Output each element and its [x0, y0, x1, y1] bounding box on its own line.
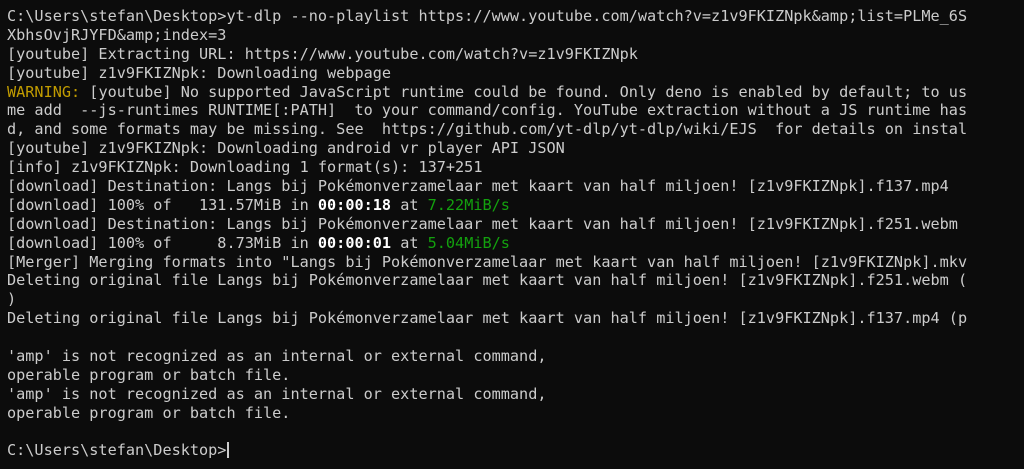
download-destination-line: [download] Destination: Langs bij Pokémo…: [7, 214, 958, 233]
progress-mid: at: [391, 233, 428, 252]
progress-prefix: [download] 100% of 8.73MiB in: [7, 233, 318, 252]
warning-text: [youtube] No supported JavaScript runtim…: [80, 82, 968, 101]
progress-speed: 5.04MiB/s: [427, 233, 510, 252]
delete-line: Deleting original file Langs bij Pokémon…: [7, 271, 968, 290]
error-line: operable program or batch file.: [7, 403, 291, 422]
warning-line: WARNING: [youtube] No supported JavaScri…: [7, 83, 1024, 102]
prompt-text: C:\Users\stefan\Desktop>: [7, 441, 227, 460]
download-progress-line: [download] 100% of 131.57MiB in 00:00:18…: [7, 196, 1024, 215]
delete-line: Deleting original file Langs bij Pokémon…: [7, 309, 968, 328]
delete-line-wrap: ): [7, 290, 17, 309]
command-line-wrap: XbhsOvjRJYFD&amp;index=3: [7, 25, 227, 44]
output-line: d, and some formats may be missing. See …: [7, 120, 968, 139]
merger-line: [Merger] Merging formats into "Langs bij…: [7, 252, 968, 271]
error-line: 'amp' is not recognized as an internal o…: [7, 347, 547, 366]
download-destination-line: [download] Destination: Langs bij Pokémo…: [7, 177, 949, 196]
output-line: [youtube] Extracting URL: https://www.yo…: [7, 44, 638, 63]
progress-prefix: [download] 100% of 131.57MiB in: [7, 195, 318, 214]
output-line: [info] z1v9FKIZNpk: Downloading 1 format…: [7, 158, 483, 177]
progress-time: 00:00:18: [317, 195, 392, 214]
command-line: C:\Users\stefan\Desktop>yt-dlp --no-play…: [7, 7, 968, 25]
error-line: operable program or batch file.: [7, 365, 291, 384]
output-line: me add --js-runtimes RUNTIME[:PATH] to y…: [7, 101, 968, 120]
text-cursor: [227, 442, 230, 459]
terminal-window[interactable]: C:\Users\stefan\Desktop>yt-dlp --no-play…: [0, 0, 1024, 469]
output-line: [youtube] z1v9FKIZNpk: Downloading webpa…: [7, 63, 392, 82]
progress-mid: at: [391, 195, 428, 214]
progress-time: 00:00:01: [317, 233, 392, 252]
output-line: [youtube] z1v9FKIZNpk: Downloading andro…: [7, 139, 565, 158]
error-line: 'amp' is not recognized as an internal o…: [7, 384, 547, 403]
progress-speed: 7.22MiB/s: [427, 195, 510, 214]
download-progress-line: [download] 100% of 8.73MiB in 00:00:01 a…: [7, 234, 1024, 253]
prompt-line[interactable]: C:\Users\stefan\Desktop>: [7, 441, 1024, 460]
warning-label: WARNING:: [7, 82, 81, 101]
